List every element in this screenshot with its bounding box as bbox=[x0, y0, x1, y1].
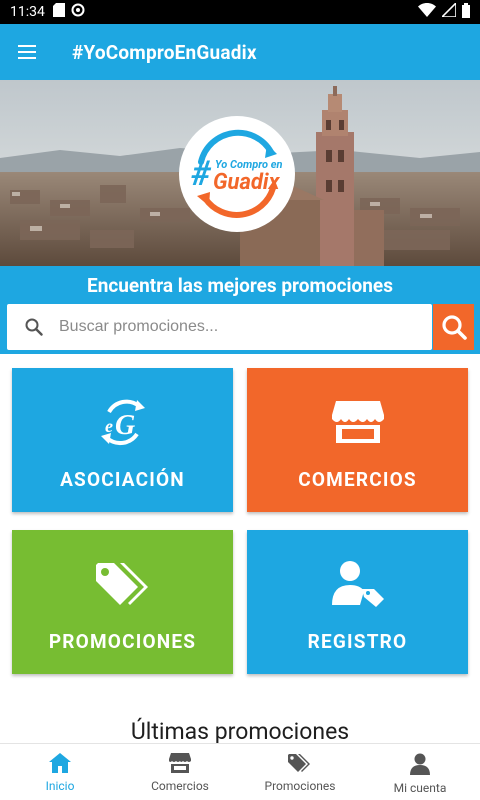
storefront-icon bbox=[331, 392, 384, 452]
brand-logo: # Yo Compro en Guadix bbox=[179, 116, 295, 232]
user-tag-icon bbox=[331, 554, 384, 614]
wifi-icon bbox=[418, 3, 436, 21]
svg-text:e: e bbox=[105, 416, 113, 436]
nav-item-inicio[interactable]: Inicio bbox=[0, 744, 120, 800]
search-section: Encuentra las mejores promociones bbox=[0, 266, 480, 354]
svg-text:G: G bbox=[115, 410, 135, 441]
app-title: #YoComproEnGuadix bbox=[72, 40, 257, 64]
nav-label-mi-cuenta: Mi cuenta bbox=[393, 781, 447, 795]
cell-signal-icon bbox=[440, 1, 457, 21]
association-logo-icon: e G bbox=[95, 392, 151, 452]
tile-asociacion[interactable]: e G ASOCIACIÓN bbox=[12, 368, 233, 512]
status-bar: 11:34 bbox=[0, 0, 480, 24]
search-button[interactable] bbox=[433, 304, 474, 350]
nav-label-promociones: Promociones bbox=[264, 779, 336, 793]
tile-promociones[interactable]: PROMOCIONES bbox=[12, 530, 233, 674]
sd-card-icon bbox=[52, 3, 65, 21]
battery-icon bbox=[462, 2, 470, 22]
user-icon bbox=[410, 753, 430, 778]
tile-registro[interactable]: REGISTRO bbox=[247, 530, 468, 674]
latest-promotions-heading: Últimas promociones bbox=[130, 718, 350, 745]
hero-banner: # Yo Compro en Guadix bbox=[0, 80, 480, 266]
search-icon bbox=[441, 315, 467, 340]
search-heading: Encuentra las mejores promociones bbox=[87, 274, 393, 297]
home-icon bbox=[49, 753, 71, 776]
tile-comercios[interactable]: COMERCIOS bbox=[247, 368, 468, 512]
tile-promociones-label: PROMOCIONES bbox=[48, 630, 197, 653]
store-icon bbox=[169, 753, 191, 776]
nav-item-promociones[interactable]: Promociones bbox=[240, 744, 360, 800]
tags-icon bbox=[288, 753, 312, 776]
status-time: 11:34 bbox=[10, 4, 45, 20]
nav-label-inicio: Inicio bbox=[45, 779, 75, 793]
sync-disabled-icon bbox=[71, 3, 85, 21]
tile-asociacion-label: ASOCIACIÓN bbox=[60, 468, 185, 491]
search-input[interactable] bbox=[59, 318, 419, 336]
app-bar: #YoComproEnGuadix bbox=[0, 24, 480, 80]
nav-item-comercios[interactable]: Comercios bbox=[120, 744, 240, 800]
nav-item-mi-cuenta[interactable]: Mi cuenta bbox=[360, 744, 480, 800]
logo-line2: Guadix bbox=[213, 170, 280, 195]
search-field[interactable] bbox=[7, 304, 432, 350]
logo-hash: # bbox=[191, 154, 211, 194]
search-icon bbox=[25, 318, 43, 336]
tile-registro-label: REGISTRO bbox=[307, 630, 408, 653]
nav-label-comercios: Comercios bbox=[151, 779, 209, 793]
hamburger-menu-icon[interactable] bbox=[0, 24, 56, 80]
bottom-navigation: Inicio Comercios Promociones Mi cuenta bbox=[0, 743, 480, 800]
tags-icon bbox=[95, 554, 150, 614]
tile-comercios-label: COMERCIOS bbox=[298, 468, 417, 491]
